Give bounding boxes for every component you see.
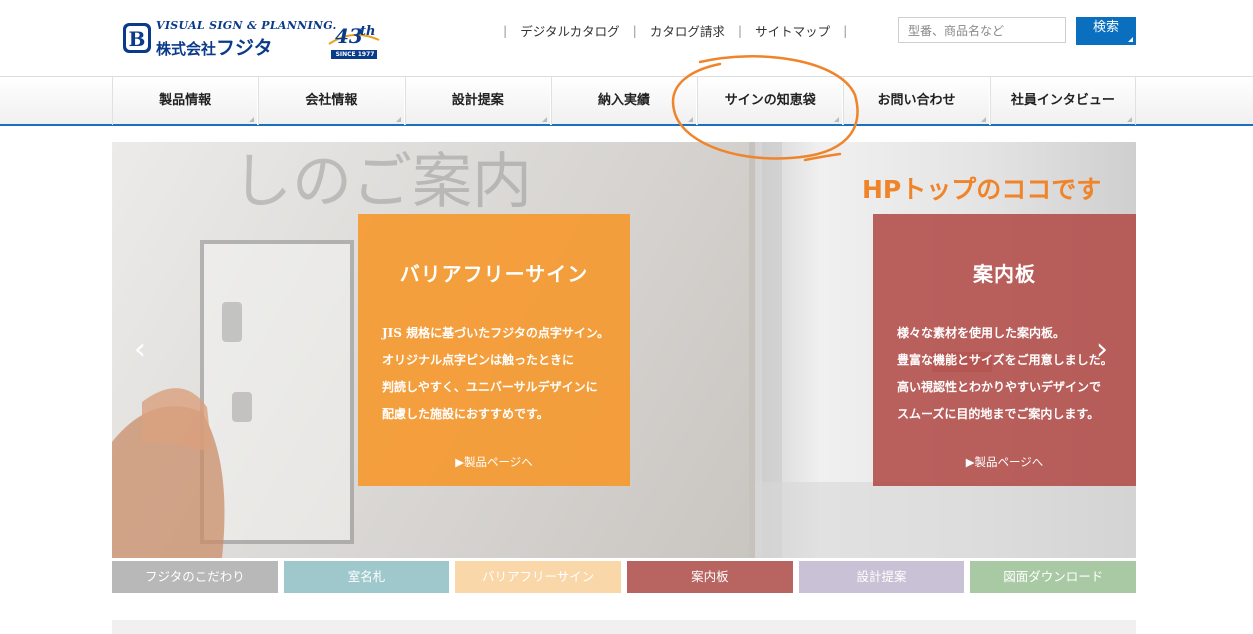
card-title: 案内板	[973, 262, 1036, 286]
annotation-label: HPトップのココです	[862, 175, 1102, 204]
logo-tagline: VISUAL SIGN & PLANNING.	[156, 19, 337, 32]
svg-text:しのご案内: しのご案内	[232, 147, 532, 217]
corner-arrow-icon	[249, 117, 255, 122]
svg-text:B: B	[129, 27, 146, 51]
logo-b-icon: B	[123, 23, 151, 53]
site-header: B VISUAL SIGN & PLANNING. 株式会社フジタ 43 th …	[0, 0, 1253, 76]
sitemap-link[interactable]: サイトマップ	[755, 21, 830, 40]
company-logo[interactable]: B VISUAL SIGN & PLANNING. 株式会社フジタ 43 th …	[120, 16, 390, 62]
search-input[interactable]: 型番、商品名など	[898, 17, 1066, 43]
category-button-commitment[interactable]: フジタのこだわり	[112, 561, 278, 593]
anniversary-badge: 43 th SINCE 1977	[325, 22, 381, 60]
category-button-drawing-download[interactable]: 図面ダウンロード	[970, 561, 1137, 593]
anniversary-suffix: th	[360, 24, 376, 39]
search-button[interactable]: 検索	[1076, 17, 1136, 45]
corner-arrow-icon	[395, 117, 401, 122]
anniversary-number: 43	[335, 24, 363, 48]
digital-catalog-link[interactable]: デジタルカタログ	[520, 21, 619, 40]
barrier-free-sign-card: バリアフリーサイン JIS 規格に基づいたフジタの点字サイン。 オリジナル点字ピ…	[358, 214, 630, 486]
nav-item-delivery-record[interactable]: 納入実績	[550, 77, 698, 125]
category-button-barrier-free[interactable]: バリアフリーサイン	[455, 561, 622, 593]
global-nav-bar: 製品情報 会社情報 設計提案 納入実績 サインの知恵袋 お問い合わせ 社員インタ…	[0, 76, 1253, 126]
corner-arrow-icon	[1126, 117, 1132, 122]
nav-item-design-proposal[interactable]: 設計提案	[404, 77, 551, 125]
product-page-link[interactable]: ▶製品ページへ	[873, 454, 1136, 470]
nav-item-sign-wisdom[interactable]: サインの知恵袋	[697, 77, 844, 125]
nav-item-products[interactable]: 製品情報	[112, 77, 259, 125]
corner-arrow-icon	[1128, 37, 1133, 42]
slide-divider	[749, 142, 755, 558]
logo-company-name: 株式会社フジタ	[156, 37, 273, 59]
nav-item-company[interactable]: 会社情報	[258, 77, 405, 125]
corner-arrow-icon	[688, 117, 694, 122]
category-buttons: フジタのこだわり 室名札 バリアフリーサイン 案内板 設計提案 図面ダウンロード	[112, 561, 1137, 593]
corner-arrow-icon	[541, 117, 547, 122]
nav-item-contact[interactable]: お問い合わせ	[843, 77, 990, 125]
top-links: | デジタルカタログ | カタログ請求 | サイトマップ |	[503, 21, 848, 40]
category-button-room-plate[interactable]: 室名札	[283, 561, 450, 593]
corner-arrow-icon	[834, 117, 840, 122]
product-page-link[interactable]: ▶製品ページへ	[358, 454, 630, 470]
category-button-design-proposal[interactable]: 設計提案	[798, 561, 965, 593]
content-band	[112, 620, 1136, 634]
card-description: JIS 規格に基づいたフジタの点字サイン。 オリジナル点字ピンは触ったときに 判…	[382, 326, 610, 421]
slider-prev-arrow-icon[interactable]: ‹	[134, 330, 152, 370]
slider-next-arrow-icon[interactable]: ›	[1096, 330, 1114, 370]
corner-arrow-icon	[980, 117, 986, 122]
nav-item-staff-interview[interactable]: 社員インタビュー	[989, 77, 1136, 125]
category-button-guide-board[interactable]: 案内板	[627, 561, 793, 593]
card-title: バリアフリーサイン	[399, 262, 589, 286]
anniversary-since: SINCE 1977	[335, 51, 375, 58]
catalog-request-link[interactable]: カタログ請求	[650, 21, 725, 40]
global-nav: 製品情報 会社情報 設計提案 納入実績 サインの知恵袋 お問い合わせ 社員インタ…	[112, 77, 1136, 125]
